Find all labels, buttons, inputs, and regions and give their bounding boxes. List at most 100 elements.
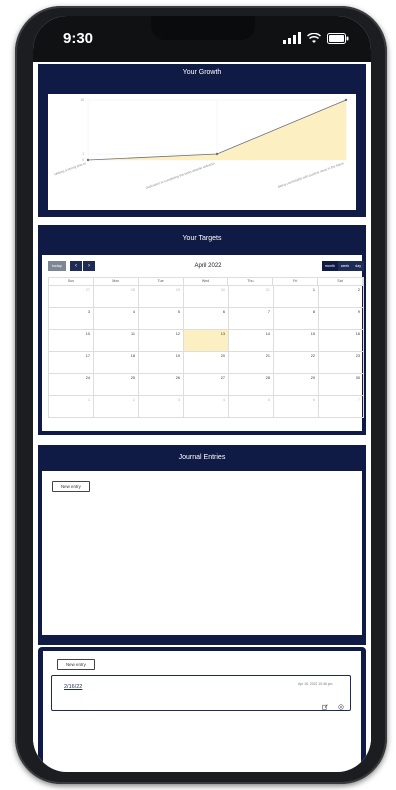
calendar-toolbar: today ‹ › April 2022 month week day [48,261,364,271]
y-tick-label: 1 [82,152,84,156]
calendar-day-cell[interactable]: 12 [139,330,184,352]
weekday-thu: Thu [228,278,274,285]
app-content: Your Growth 0 1 10 Making a strong plan to D… [33,62,371,772]
journal-title: Journal Entries [178,454,226,461]
delete-icon[interactable] [338,704,344,710]
calendar-day-cell[interactable]: 7 [319,396,364,418]
prev-month-button[interactable]: ‹ [70,261,82,271]
calendar-day-cell[interactable]: 31 [229,286,274,308]
entries-panel: New entry 2/16/22 Apr 15, 2022 10:46 pm [38,647,366,772]
x-tick-label: Making a strong plan to [54,161,87,176]
wifi-icon [307,32,321,43]
status-bar: 9:30 [33,16,371,62]
calendar-day-cell[interactable]: 20 [184,352,229,374]
notch [151,16,255,40]
calendar-day-cell[interactable]: 6 [274,396,319,418]
weekday-sun: Sun [49,278,94,285]
calendar-week: 1234567 [48,396,364,418]
view-switcher: month week day [321,261,364,271]
view-week-button[interactable]: week [337,261,353,271]
calendar-day-cell[interactable]: 1 [274,286,319,308]
calendar-day-cell[interactable]: 7 [229,308,274,330]
entries-card: New entry 2/16/22 Apr 15, 2022 10:46 pm [43,651,361,772]
growth-chart-card: 0 1 10 Making a strong plan to Dedication to… [48,94,356,210]
calendar-day-cell[interactable]: 24 [49,374,94,396]
targets-panel: Your Targets today ‹ › April 2022 month … [38,225,366,435]
calendar-day-cell[interactable]: 29 [274,374,319,396]
calendar-day-cell[interactable]: 22 [274,352,319,374]
calendar-weekday-header: Sun Mon Tue Wed Thu Fri Sat [48,277,364,286]
weekday-tue: Tue [139,278,184,285]
calendar-day-cell[interactable]: 23 [319,352,364,374]
calendar-day-cell[interactable]: 28 [229,374,274,396]
targets-title: Your Targets [182,235,222,242]
calendar-card: today ‹ › April 2022 month week day Sun M… [42,255,364,431]
calendar-day-cell[interactable]: 4 [184,396,229,418]
calendar-day-cell[interactable]: 14 [229,330,274,352]
today-button[interactable]: today [48,261,66,271]
calendar-day-cell[interactable]: 5 [139,308,184,330]
calendar-month-title: April 2022 [194,263,222,269]
x-tick-label: Dedication to completing the tasks despi… [145,161,216,190]
calendar-day-cell[interactable]: 27 [49,286,94,308]
calendar-day-cell[interactable]: 8 [274,308,319,330]
calendar-week: 24 25 26 27 28 29 30 [48,374,364,396]
signal-icon [283,32,301,44]
calendar-day-cell[interactable]: 16 [319,330,364,352]
status-time: 9:30 [63,30,94,47]
new-entry-button-2[interactable]: New entry [57,659,95,670]
calendar-day-cell[interactable]: 17 [49,352,94,374]
edit-icon[interactable] [322,704,328,710]
journal-card: New entry [42,471,362,635]
calendar-day-cell[interactable]: 11 [94,330,139,352]
growth-title: Your Growth [182,69,222,76]
calendar-week: 27 28 29 30 31 1 2 [48,286,364,308]
calendar-day-cell[interactable]: 9 [319,308,364,330]
next-month-button[interactable]: › [83,261,95,271]
view-day-button[interactable]: day [352,261,364,271]
calendar-week: 3456789 [48,308,364,330]
weekday-sat: Sat [318,278,363,285]
view-month-button[interactable]: month [321,261,338,271]
x-tick-label: Being comfortable with positive news in … [277,161,344,189]
calendar-day-cell[interactable]: 13 [184,330,229,352]
weekday-fri: Fri [273,278,319,285]
entry-timestamp: Apr 15, 2022 10:46 pm [298,682,333,686]
calendar-day-cell[interactable]: 29 [139,286,184,308]
entry-date-link[interactable]: 2/16/22 [64,684,82,690]
battery-icon [327,32,349,44]
calendar-day-cell[interactable]: 6 [184,308,229,330]
calendar-day-cell[interactable]: 28 [94,286,139,308]
calendar-day-cell[interactable]: 30 [319,374,364,396]
calendar-day-cell[interactable]: 10 [49,330,94,352]
calendar-day-cell[interactable]: 1 [49,396,94,418]
weekday-wed: Wed [184,278,229,285]
calendar-day-cell[interactable]: 2 [319,286,364,308]
calendar-day-cell[interactable]: 4 [94,308,139,330]
data-point [215,152,219,156]
calendar-day-cell[interactable]: 27 [184,374,229,396]
weekday-mon: Mon [94,278,139,285]
calendar-week: 17 18 19 20 21 22 23 [48,352,364,374]
y-tick-label: 10 [80,98,84,102]
growth-chart: 0110Making a strong plan to Dedication to… [54,98,348,190]
data-point [86,158,90,162]
calendar-day-cell[interactable]: 2 [94,396,139,418]
calendar-day-cell[interactable]: 25 [94,374,139,396]
calendar-day-cell[interactable]: 15 [274,330,319,352]
calendar-day-cell[interactable]: 5 [229,396,274,418]
new-entry-button[interactable]: New entry [52,481,90,492]
calendar-day-cell[interactable]: 18 [94,352,139,374]
data-point [344,98,348,102]
calendar-day-cell[interactable]: 19 [139,352,184,374]
calendar-day-cell[interactable]: 26 [139,374,184,396]
calendar-day-cell[interactable]: 30 [184,286,229,308]
calendar-day-cell[interactable]: 3 [139,396,184,418]
calendar-day-cell[interactable]: 3 [49,308,94,330]
calendar-day-cell[interactable]: 21 [229,352,274,374]
journal-panel: Journal Entries New entry [38,445,366,645]
calendar-grid: Sun Mon Tue Wed Thu Fri Sat 27 28 29 30 31 1 2 3 4 5 6 7 8… [48,277,364,418]
journal-entry-card[interactable]: 2/16/22 Apr 15, 2022 10:46 pm [51,675,351,711]
growth-panel: Your Growth 0 1 10 Making a strong plan to D… [38,64,366,217]
app-screen: 9:30 Your Growth 0 1 10 Making a strong pla… [33,16,371,772]
